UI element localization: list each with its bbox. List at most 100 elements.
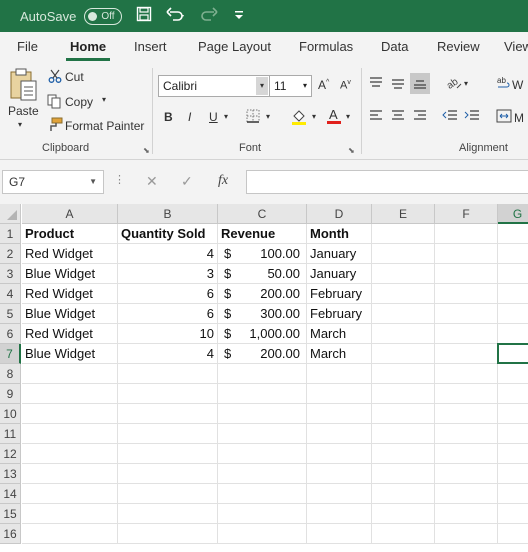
cell-f5[interactable]: [435, 304, 498, 324]
tab-page-layout[interactable]: Page Layout: [198, 39, 271, 54]
column-header-d[interactable]: D: [307, 204, 372, 224]
cell-d1[interactable]: Month: [307, 224, 372, 244]
cell-b7[interactable]: 4: [118, 344, 218, 364]
underline-button[interactable]: U: [209, 110, 218, 124]
cell-e2[interactable]: [372, 244, 435, 264]
fill-color-icon[interactable]: [291, 108, 307, 128]
cell-a14[interactable]: [22, 484, 118, 504]
cell-e8[interactable]: [372, 364, 435, 384]
cell-e1[interactable]: [372, 224, 435, 244]
cell-c11[interactable]: [218, 424, 307, 444]
cell-c3[interactable]: $50.00: [218, 264, 307, 284]
column-header-b[interactable]: B: [118, 204, 218, 224]
cell-e16[interactable]: [372, 524, 435, 544]
cell-g10[interactable]: [498, 404, 528, 424]
cell-b8[interactable]: [118, 364, 218, 384]
row-header-9[interactable]: 9: [0, 384, 21, 404]
paste-button[interactable]: Paste: [8, 104, 39, 118]
cell-e12[interactable]: [372, 444, 435, 464]
row-header-6[interactable]: 6: [0, 324, 21, 344]
cell-f16[interactable]: [435, 524, 498, 544]
row-header-5[interactable]: 5: [0, 304, 21, 324]
orientation-icon[interactable]: ab: [445, 74, 463, 93]
paste-icon[interactable]: [9, 68, 39, 105]
column-header-c[interactable]: C: [218, 204, 307, 224]
cell-b13[interactable]: [118, 464, 218, 484]
cell-g6[interactable]: [498, 324, 528, 344]
cell-f11[interactable]: [435, 424, 498, 444]
cell-e11[interactable]: [372, 424, 435, 444]
cell-f4[interactable]: [435, 284, 498, 304]
cell-g9[interactable]: [498, 384, 528, 404]
column-header-e[interactable]: E: [372, 204, 435, 224]
row-header-8[interactable]: 8: [0, 364, 21, 384]
row-header-4[interactable]: 4: [0, 284, 21, 304]
cell-d9[interactable]: [307, 384, 372, 404]
cell-a15[interactable]: [22, 504, 118, 524]
row-header-2[interactable]: 2: [0, 244, 21, 264]
align-center-icon[interactable]: [391, 110, 405, 125]
cell-a3[interactable]: Blue Widget: [22, 264, 118, 284]
cell-f1[interactable]: [435, 224, 498, 244]
cancel-entry-icon[interactable]: ✕: [146, 173, 158, 190]
merge-center-button[interactable]: M: [514, 111, 524, 125]
cell-a11[interactable]: [22, 424, 118, 444]
cell-b11[interactable]: [118, 424, 218, 444]
merge-center-icon[interactable]: [496, 109, 512, 126]
increase-font-size-icon[interactable]: A^: [318, 78, 329, 92]
row-header-10[interactable]: 10: [0, 404, 21, 424]
font-name-dropdown-icon[interactable]: ▾: [256, 77, 268, 95]
wrap-text-button[interactable]: W: [512, 78, 523, 92]
cell-c5[interactable]: $300.00: [218, 304, 307, 324]
row-header-15[interactable]: 15: [0, 504, 21, 524]
cell-a4[interactable]: Red Widget: [22, 284, 118, 304]
tab-data[interactable]: Data: [381, 39, 408, 54]
font-color-icon[interactable]: A: [326, 107, 342, 128]
cell-a9[interactable]: [22, 384, 118, 404]
insert-function-icon[interactable]: fx: [218, 173, 228, 189]
cell-c1[interactable]: Revenue: [218, 224, 307, 244]
column-header-g[interactable]: G: [498, 204, 528, 224]
cell-c14[interactable]: [218, 484, 307, 504]
row-header-14[interactable]: 14: [0, 484, 21, 504]
cell-g5[interactable]: [498, 304, 528, 324]
wrap-text-icon[interactable]: ab: [497, 76, 511, 93]
cell-b4[interactable]: 6: [118, 284, 218, 304]
cell-f7[interactable]: [435, 344, 498, 364]
cut-icon[interactable]: [48, 69, 62, 86]
cell-d14[interactable]: [307, 484, 372, 504]
cell-d6[interactable]: March: [307, 324, 372, 344]
decrease-font-size-icon[interactable]: Av: [340, 79, 351, 92]
cell-a13[interactable]: [22, 464, 118, 484]
cell-b9[interactable]: [118, 384, 218, 404]
copy-button[interactable]: Copy: [65, 95, 93, 109]
paste-dropdown-icon[interactable]: ▾: [18, 120, 22, 129]
name-box-dropdown-icon[interactable]: ▼: [89, 177, 97, 186]
row-header-13[interactable]: 13: [0, 464, 21, 484]
cell-b3[interactable]: 3: [118, 264, 218, 284]
cell-c10[interactable]: [218, 404, 307, 424]
format-painter-button[interactable]: Format Painter: [65, 119, 144, 133]
tab-file[interactable]: File: [17, 39, 38, 54]
align-right-icon[interactable]: [413, 110, 427, 125]
cell-b1[interactable]: Quantity Sold: [118, 224, 218, 244]
cell-c6[interactable]: $1,000.00: [218, 324, 307, 344]
cell-b15[interactable]: [118, 504, 218, 524]
cell-d10[interactable]: [307, 404, 372, 424]
cell-d5[interactable]: February: [307, 304, 372, 324]
cell-e6[interactable]: [372, 324, 435, 344]
cell-f2[interactable]: [435, 244, 498, 264]
cell-g4[interactable]: [498, 284, 528, 304]
cell-g16[interactable]: [498, 524, 528, 544]
align-bottom-icon[interactable]: [410, 73, 430, 94]
cell-f9[interactable]: [435, 384, 498, 404]
orientation-dropdown-icon[interactable]: ▾: [464, 79, 468, 88]
cell-a6[interactable]: Red Widget: [22, 324, 118, 344]
cell-d12[interactable]: [307, 444, 372, 464]
customize-toolbar-icon[interactable]: [234, 9, 244, 24]
align-left-icon[interactable]: [369, 110, 383, 125]
cell-d8[interactable]: [307, 364, 372, 384]
cell-b6[interactable]: 10: [118, 324, 218, 344]
format-painter-icon[interactable]: [47, 117, 63, 136]
cell-c15[interactable]: [218, 504, 307, 524]
